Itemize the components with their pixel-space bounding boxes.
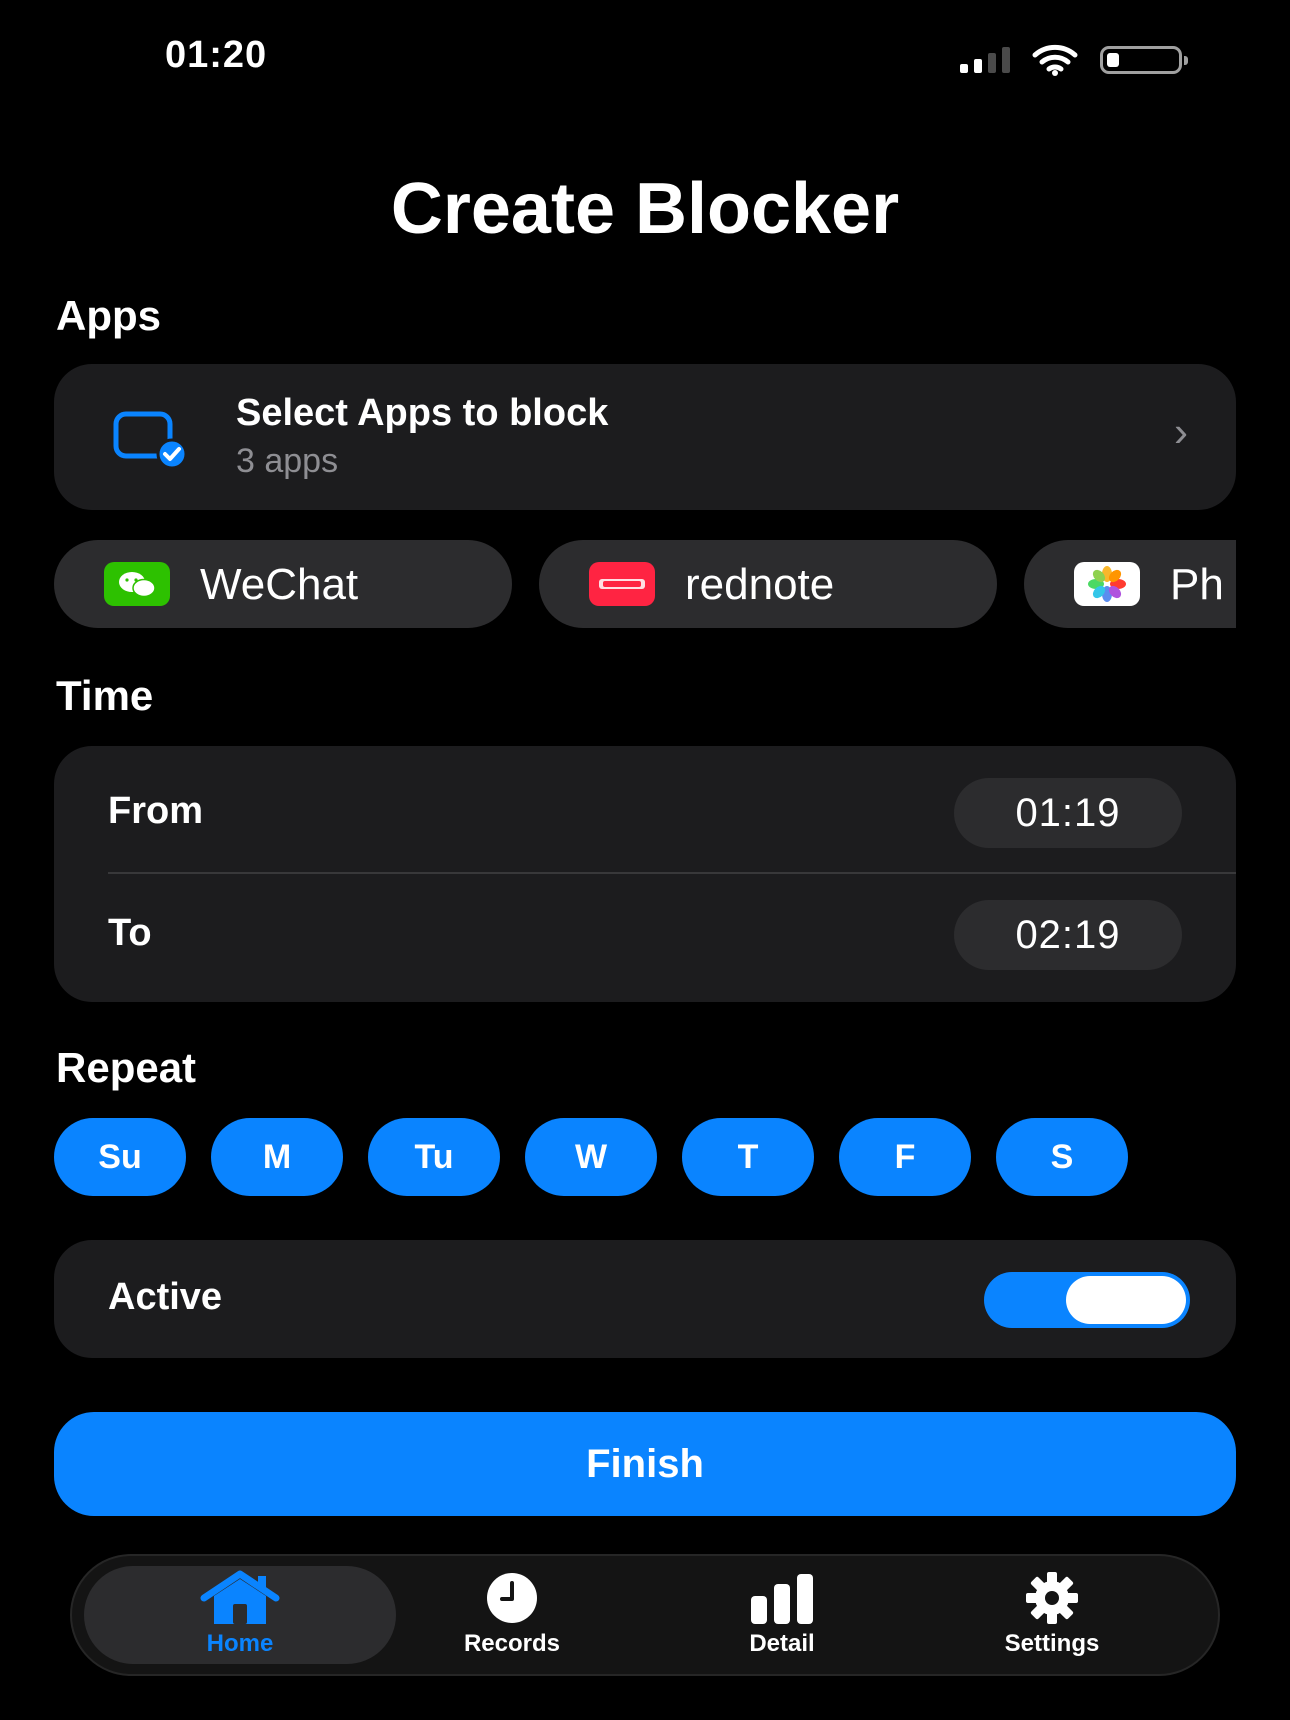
select-apps-row[interactable]: Select Apps to block 3 apps › <box>54 364 1236 510</box>
day-toggle-tuesday[interactable]: Tu <box>368 1118 500 1196</box>
tab-settings[interactable]: Settings <box>932 1570 1172 1658</box>
house-icon <box>200 1570 280 1624</box>
selected-apps-chips[interactable]: WeChat rednote Ph <box>54 540 1236 628</box>
to-label: To <box>108 912 152 954</box>
tab-label: Settings <box>1004 1630 1100 1657</box>
app-chip-label: WeChat <box>200 560 359 609</box>
day-toggle-thursday[interactable]: T <box>682 1118 814 1196</box>
tab-records[interactable]: Records <box>392 1570 632 1658</box>
active-toggle[interactable] <box>984 1272 1190 1328</box>
app-chip-label: Ph <box>1170 560 1224 609</box>
app-chip-wechat[interactable]: WeChat <box>54 540 512 628</box>
from-label: From <box>108 790 203 832</box>
divider <box>108 872 1236 874</box>
clock-icon <box>487 1573 537 1623</box>
tab-detail[interactable]: Detail <box>662 1570 902 1658</box>
time-section-label: Time <box>56 672 154 719</box>
battery-icon <box>1100 46 1188 74</box>
bar-chart-icon <box>751 1574 813 1624</box>
status-icons <box>960 44 1188 76</box>
tab-label: Detail <box>749 1630 815 1657</box>
day-toggle-monday[interactable]: M <box>211 1118 343 1196</box>
tab-bar: Home Records Detail Settings <box>70 1554 1220 1676</box>
repeat-section-label: Repeat <box>56 1044 197 1091</box>
status-time: 01:20 <box>165 34 268 76</box>
app-chip-photos[interactable]: Ph <box>1024 540 1236 628</box>
app-selection-icon <box>113 411 188 470</box>
finish-button[interactable]: Finish <box>54 1412 1236 1516</box>
day-toggle-wednesday[interactable]: W <box>525 1118 657 1196</box>
tab-label: Home <box>206 1630 274 1657</box>
from-time-picker[interactable]: 01:19 <box>954 778 1182 848</box>
wifi-icon <box>1032 44 1078 76</box>
active-row: Active <box>54 1240 1236 1358</box>
select-apps-title: Select Apps to block <box>236 392 609 434</box>
to-time-picker[interactable]: 02:19 <box>954 900 1182 970</box>
active-label: Active <box>108 1276 223 1318</box>
tab-label: Records <box>463 1630 561 1657</box>
wechat-icon <box>104 562 170 606</box>
selected-apps-count: 3 apps <box>236 442 339 480</box>
apps-section-label: Apps <box>56 292 161 339</box>
rednote-icon <box>589 562 655 606</box>
photos-icon <box>1074 562 1140 606</box>
app-chip-rednote[interactable]: rednote <box>539 540 997 628</box>
toggle-knob <box>1066 1276 1186 1324</box>
gear-icon <box>1026 1572 1078 1624</box>
time-card: From 01:19 To 02:19 <box>54 746 1236 1002</box>
chevron-right-icon: › <box>1174 408 1188 455</box>
day-toggle-sunday[interactable]: Su <box>54 1118 186 1196</box>
app-chip-label: rednote <box>685 560 835 609</box>
tab-home[interactable]: Home <box>120 1570 360 1658</box>
day-toggle-friday[interactable]: F <box>839 1118 971 1196</box>
page-title: Create Blocker <box>390 169 900 249</box>
day-toggle-saturday[interactable]: S <box>996 1118 1128 1196</box>
cellular-signal-icon <box>960 47 1010 73</box>
